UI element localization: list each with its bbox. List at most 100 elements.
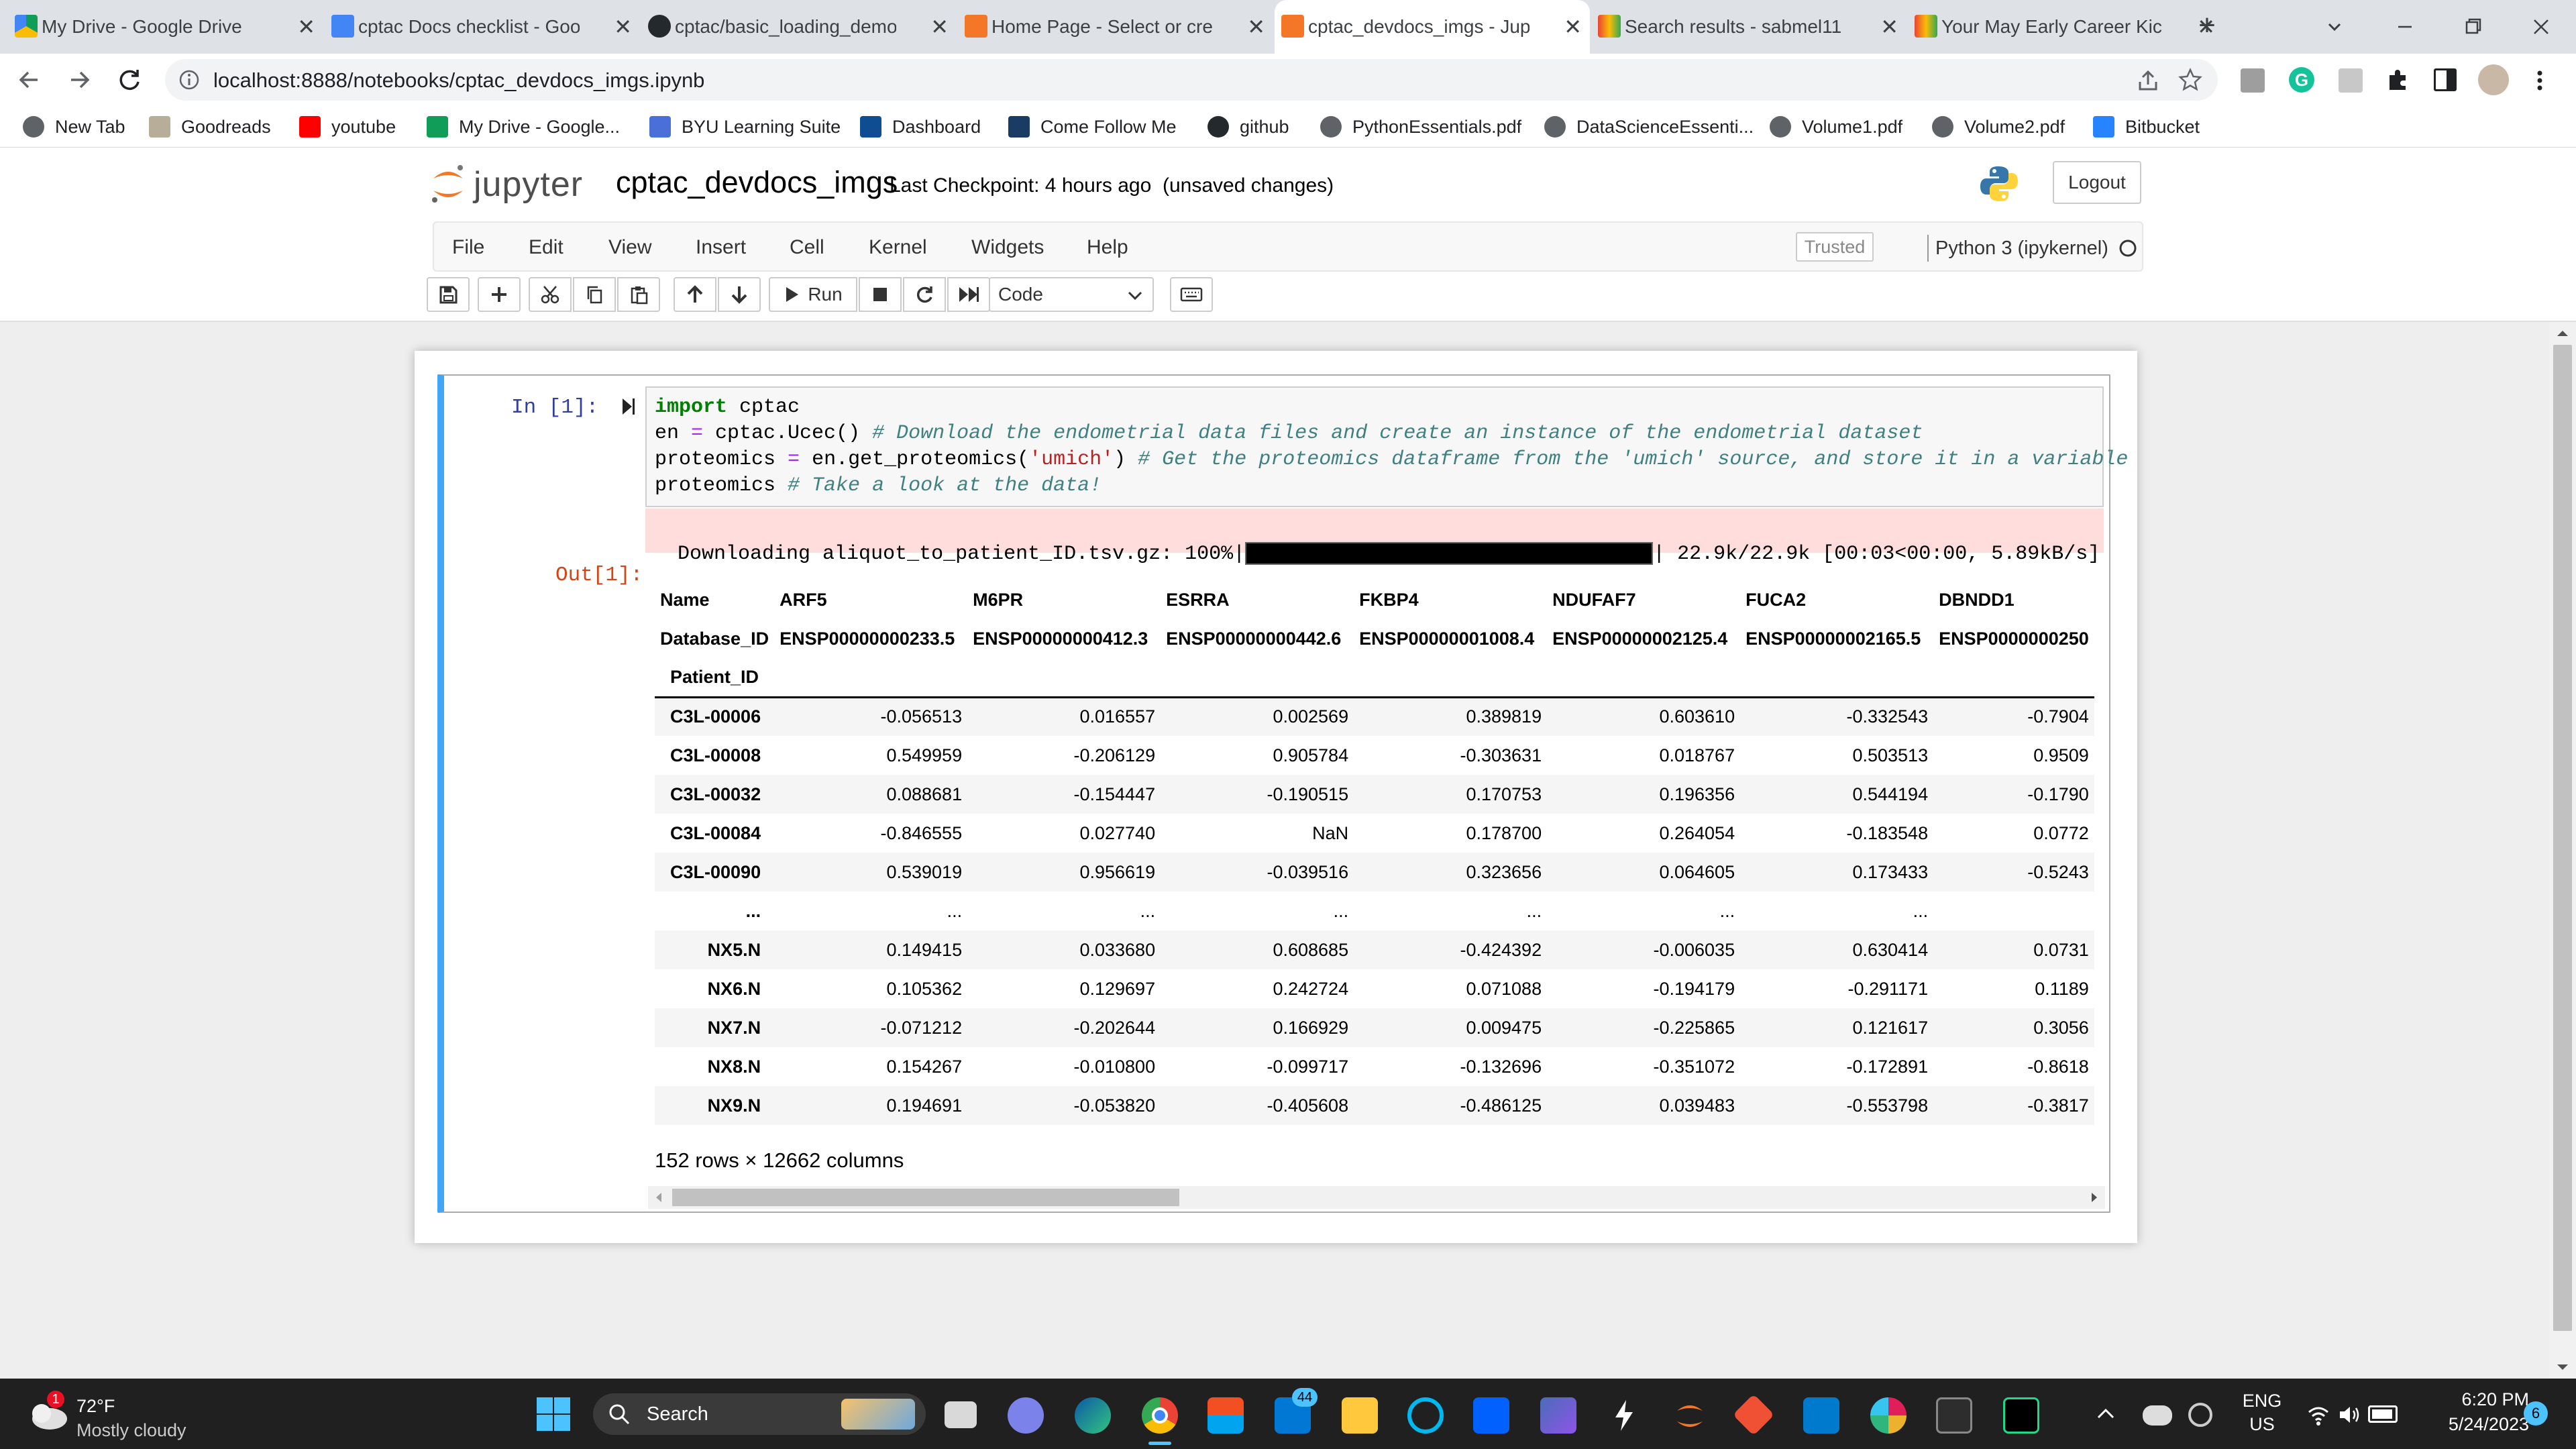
run-button[interactable]: Run <box>769 277 857 312</box>
dropbox-icon[interactable] <box>1473 1397 1509 1434</box>
bookmark-star-icon[interactable] <box>2178 67 2203 93</box>
battery-icon[interactable] <box>2368 1405 2398 1423</box>
jupyter-app-icon[interactable] <box>1672 1397 1708 1434</box>
close-tab-icon[interactable]: ✕ <box>1564 13 1582 40</box>
task-view-icon[interactable] <box>945 1401 977 1428</box>
bookmark-item[interactable]: DataScienceEssenti... <box>1544 114 1754 140</box>
bookmark-item[interactable]: Bitbucket <box>2093 114 2200 140</box>
browser-menu-icon[interactable] <box>2533 67 2546 94</box>
output-horizontal-scrollbar[interactable] <box>648 1186 2105 1209</box>
menu-insert[interactable]: Insert <box>696 236 746 259</box>
bookmark-item[interactable]: Dashboard <box>860 114 981 140</box>
paste-button[interactable] <box>617 277 660 312</box>
microsoft-store-icon[interactable] <box>1208 1397 1244 1434</box>
git-kraken-icon[interactable] <box>1732 1393 1775 1436</box>
onedrive-icon[interactable] <box>2143 1405 2172 1426</box>
wifi-icon[interactable] <box>2306 1403 2330 1427</box>
close-tab-icon[interactable]: ✕ <box>1880 13 1898 40</box>
share-icon[interactable] <box>2136 68 2160 93</box>
extensions-puzzle-icon[interactable] <box>2385 67 2411 93</box>
scrollbar-thumb[interactable] <box>672 1189 1179 1206</box>
back-arrow-icon[interactable] <box>15 66 43 94</box>
interrupt-kernel-button[interactable] <box>859 277 902 312</box>
profile-avatar[interactable] <box>2478 64 2509 95</box>
app-triangle-icon[interactable] <box>1540 1397 1576 1434</box>
insert-cell-button[interactable] <box>478 277 521 312</box>
bookmark-item[interactable]: BYU Learning Suite <box>649 114 841 140</box>
edge-browser-icon[interactable] <box>1075 1397 1111 1434</box>
move-down-button[interactable] <box>718 277 761 312</box>
bookmark-item[interactable]: PythonEssentials.pdf <box>1320 114 1521 140</box>
show-hidden-icons-chevron[interactable] <box>2094 1403 2117 1426</box>
extension-icon[interactable] <box>2241 68 2265 93</box>
clock[interactable]: 6:20 PM 5/24/2023 <box>2415 1389 2529 1435</box>
start-button[interactable] <box>535 1396 572 1432</box>
browser-tab[interactable]: My Drive - Google Drive ✕ <box>8 0 323 54</box>
bookmark-item[interactable]: youtube <box>299 114 396 140</box>
bookmark-item[interactable]: Volume2.pdf <box>1932 114 2065 140</box>
bookmark-item[interactable]: New Tab <box>23 114 125 140</box>
browser-tab[interactable]: cptac/basic_loading_demo ✕ <box>641 0 957 54</box>
cortana-icon[interactable] <box>1407 1397 1444 1434</box>
pycharm-icon[interactable] <box>2003 1397 2039 1434</box>
menu-view[interactable]: View <box>608 236 651 259</box>
page-scrollbar-thumb[interactable] <box>2553 345 2572 1331</box>
close-tab-icon[interactable]: ✕ <box>1247 13 1265 40</box>
forward-arrow-icon[interactable] <box>66 66 94 94</box>
weather-widget[interactable]: 1 72°F Mostly cloudy <box>25 1388 227 1442</box>
sync-icon[interactable] <box>2188 1403 2212 1427</box>
browser-tab[interactable]: cptac_devdocs_imgs - Jupy ✕ <box>1275 0 1590 54</box>
reload-icon[interactable] <box>115 66 144 94</box>
menu-help[interactable]: Help <box>1087 236 1128 259</box>
cell-type-select[interactable]: Code <box>989 277 1154 312</box>
cut-button[interactable] <box>529 277 572 312</box>
browser-tab[interactable]: cptac Docs checklist - Goo ✕ <box>325 0 640 54</box>
browser-tab[interactable]: Home Page - Select or cre ✕ <box>958 0 1273 54</box>
code-editor[interactable]: import cptac en = cptac.Ucec() # Download… <box>645 386 2128 507</box>
close-tab-icon[interactable]: ✕ <box>297 13 315 40</box>
minimize-window-button[interactable] <box>2385 13 2425 40</box>
menu-widgets[interactable]: Widgets <box>971 236 1044 259</box>
terminal-icon[interactable] <box>1936 1397 1972 1434</box>
scroll-up-icon[interactable] <box>2549 325 2576 341</box>
menu-file[interactable]: File <box>452 236 484 259</box>
close-tab-icon[interactable]: ✕ <box>614 13 632 40</box>
bookmark-item[interactable]: Goodreads <box>149 114 271 140</box>
cell-run-indicator-icon[interactable] <box>621 397 636 416</box>
teams-chat-icon[interactable] <box>1008 1397 1044 1434</box>
copy-button[interactable] <box>573 277 616 312</box>
restart-run-all-button[interactable] <box>947 277 990 312</box>
chrome-browser-icon[interactable] <box>1142 1397 1178 1434</box>
menu-kernel[interactable]: Kernel <box>869 236 927 259</box>
restart-kernel-button[interactable] <box>903 277 946 312</box>
tab-search-icon[interactable] <box>2321 13 2348 40</box>
bookmark-item[interactable]: github <box>1208 114 1289 140</box>
restore-window-button[interactable] <box>2452 13 2492 40</box>
move-up-button[interactable] <box>674 277 716 312</box>
jupyter-logo[interactable]: jupyter <box>429 161 583 208</box>
scroll-right-icon[interactable] <box>2088 1186 2101 1209</box>
extension-k-icon[interactable] <box>2339 68 2363 93</box>
site-info-icon[interactable] <box>178 69 200 91</box>
slack-icon[interactable] <box>1870 1397 1907 1434</box>
scroll-left-icon[interactable] <box>652 1186 665 1209</box>
close-tab-icon[interactable]: ✕ <box>930 13 949 40</box>
bookmark-item[interactable]: Volume1.pdf <box>1770 114 1902 140</box>
command-palette-button[interactable] <box>1170 277 1213 312</box>
language-indicator[interactable]: ENG US <box>2235 1391 2289 1435</box>
bookmark-item[interactable]: Come Follow Me <box>1008 114 1177 140</box>
notification-badge[interactable]: 6 <box>2524 1401 2548 1426</box>
vscode-icon[interactable] <box>1803 1397 1839 1434</box>
page-vertical-scrollbar[interactable] <box>2549 322 2576 1379</box>
browser-tab[interactable]: Search results - sabmel11 ✕ <box>1591 0 1907 54</box>
side-panel-icon[interactable] <box>2434 68 2457 91</box>
notebook-name[interactable]: cptac_devdocs_imgs <box>616 165 898 200</box>
grammarly-icon[interactable]: G <box>2289 67 2314 93</box>
taskbar-search-box[interactable]: Search <box>593 1393 926 1435</box>
scroll-down-icon[interactable] <box>2549 1360 2576 1376</box>
address-bar[interactable]: localhost:8888/notebooks/cptac_devdocs_i… <box>165 59 2218 101</box>
logout-button[interactable]: Logout <box>2053 161 2141 204</box>
new-tab-button[interactable]: + <box>2188 8 2226 46</box>
trusted-indicator[interactable]: Trusted <box>1796 232 1874 262</box>
volume-icon[interactable] <box>2337 1403 2361 1427</box>
